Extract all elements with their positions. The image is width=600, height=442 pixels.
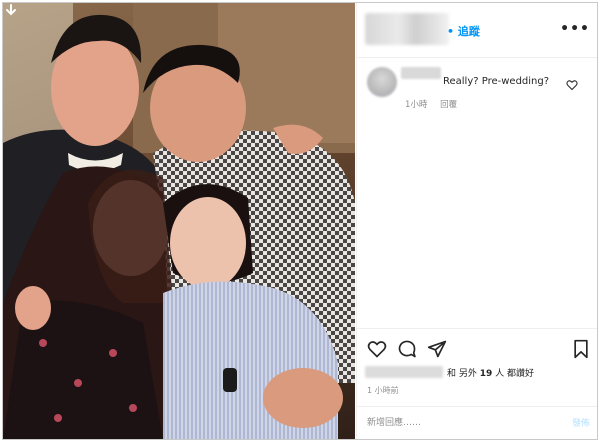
post-sidebar: • 追蹤 ••• Really? Pre-wedding? 1小時 回覆 和 另… xyxy=(356,3,597,439)
author-blurred[interactable] xyxy=(365,13,449,45)
comment-meta: 1小時 回覆 xyxy=(405,98,467,110)
likes-count: 19 xyxy=(479,369,493,379)
post-actions: 和 另外 19 人 都讚好 1 小時前 發佈 xyxy=(357,328,597,439)
follow-button[interactable]: • 追蹤 xyxy=(447,23,480,39)
avatar[interactable] xyxy=(367,67,397,97)
share-icon[interactable] xyxy=(427,339,447,359)
follow-label: 追蹤 xyxy=(457,25,480,38)
comment-time: 1小時 xyxy=(405,100,428,110)
heart-icon[interactable] xyxy=(367,339,387,359)
separator-dot: • xyxy=(447,25,455,38)
likes-summary[interactable]: 和 另外 19 人 都讚好 xyxy=(365,365,597,381)
reply-button[interactable]: 回覆 xyxy=(440,100,457,110)
likes-text: 和 另外 19 人 都讚好 xyxy=(447,366,534,379)
download-icon[interactable] xyxy=(3,3,19,19)
photo-illustration xyxy=(3,3,355,439)
bookmark-icon[interactable] xyxy=(571,339,591,359)
post-header: • 追蹤 ••• xyxy=(357,3,597,58)
comment-text: Really? Pre-wedding? xyxy=(443,76,550,87)
comment-item: Really? Pre-wedding? 1小時 回覆 xyxy=(357,61,597,116)
commenter-blurred[interactable] xyxy=(401,67,441,79)
instagram-post-window: • 追蹤 ••• Really? Pre-wedding? 1小時 回覆 和 另… xyxy=(2,2,598,440)
likes-prefix: 和 另外 xyxy=(447,369,477,379)
post-timestamp[interactable]: 1 小時前 xyxy=(367,385,399,396)
likes-suffix: 人 都讚好 xyxy=(495,369,535,379)
post-photo[interactable] xyxy=(3,3,355,439)
comment-icon[interactable] xyxy=(397,339,417,359)
add-comment-bar: 發佈 xyxy=(357,406,597,439)
liker-blurred xyxy=(365,366,443,378)
comment-like-icon[interactable] xyxy=(566,79,578,91)
comment-input[interactable] xyxy=(367,415,537,431)
more-options-icon[interactable]: ••• xyxy=(560,21,590,37)
post-comment-button[interactable]: 發佈 xyxy=(572,416,590,429)
